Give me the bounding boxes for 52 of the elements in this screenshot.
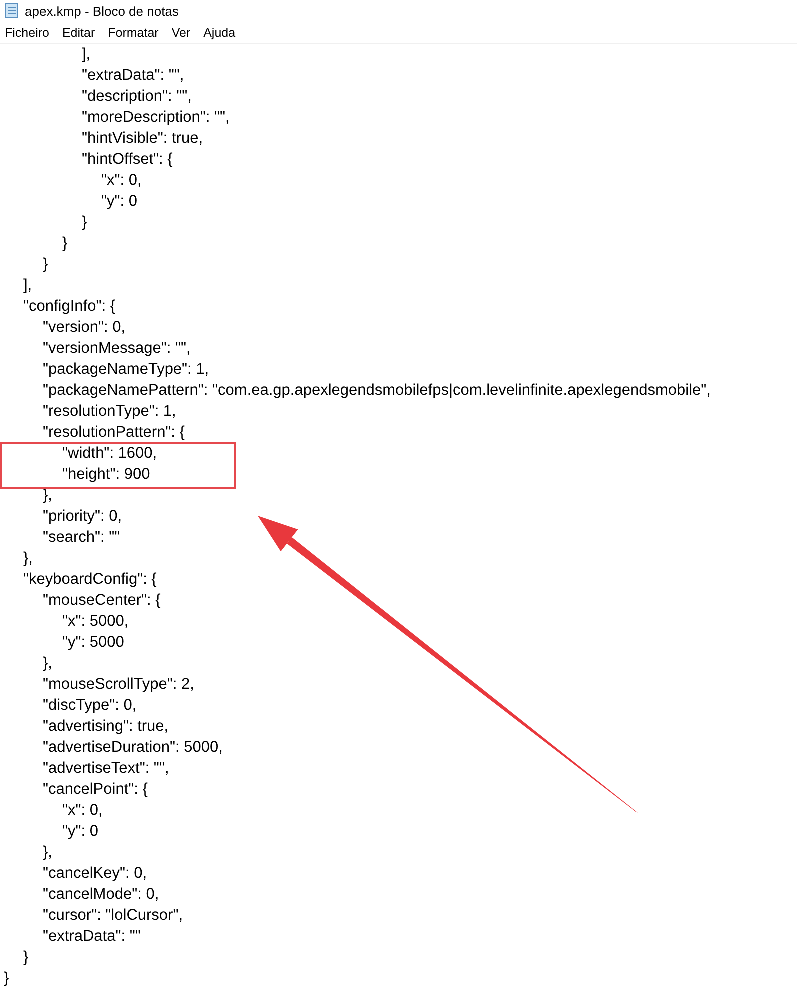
code-line: },	[22, 549, 33, 569]
window-title: apex.kmp - Bloco de notas	[25, 4, 179, 18]
menu-item[interactable]: Ficheiro	[5, 26, 50, 40]
code-line: "x": 0,	[100, 171, 142, 191]
notepad-icon	[5, 3, 19, 19]
code-line: "advertiseText": "",	[42, 759, 170, 779]
code-line: ],	[22, 276, 32, 296]
code-line: }	[62, 234, 68, 254]
code-line: "cancelKey": 0,	[42, 864, 148, 884]
code-line: "advertiseDuration": 5000,	[42, 738, 223, 758]
code-line: }	[22, 948, 29, 968]
code-line: "version": 0,	[42, 318, 126, 338]
code-line: "height": 900	[62, 465, 150, 485]
code-line: "cancelMode": 0,	[42, 885, 160, 905]
code-line: "mouseScrollType": 2,	[42, 675, 194, 695]
code-line: "search": ""	[42, 528, 120, 548]
code-line: "width": 1600,	[62, 444, 158, 464]
code-line: "mouseCenter": {	[42, 591, 161, 611]
code-line: "hintVisible": true,	[81, 129, 204, 149]
code-line: ],	[81, 45, 91, 65]
code-line: "extraData": "",	[81, 66, 184, 86]
code-line: "y": 0	[100, 192, 138, 212]
code-line: },	[42, 843, 52, 863]
code-line: "cursor": "lolCursor",	[42, 906, 184, 926]
code-line: "description": "",	[81, 87, 192, 107]
menu-item[interactable]: Ajuda	[204, 26, 236, 40]
code-line: "resolutionType": 1,	[42, 402, 176, 422]
code-line: "discType": 0,	[42, 696, 137, 716]
menu-item[interactable]: Formatar	[108, 26, 159, 40]
code-line: "moreDescription": "",	[81, 108, 230, 128]
code-line: "keyboardConfig": {	[22, 570, 157, 590]
code-line: }	[42, 255, 48, 275]
menu-item[interactable]: Ver	[172, 26, 191, 40]
code-line: "extraData": ""	[42, 927, 141, 947]
code-line: "versionMessage": "",	[42, 339, 191, 359]
code-line: "x": 0,	[62, 801, 103, 821]
code-line: "resolutionPattern": {	[42, 423, 185, 443]
code-line: "y": 5000	[62, 633, 124, 653]
code-line: "packageNamePattern": "com.ea.gp.apexlegendsmobilefps|com.levelinfinite.apexlegendsmobile",	[42, 381, 711, 401]
code-line: },	[42, 486, 52, 506]
code-line: "cancelPoint": {	[42, 780, 148, 800]
code-line: "priority": 0,	[42, 507, 122, 527]
code-line: }	[4, 969, 10, 989]
code-line: "hintOffset": {	[81, 150, 173, 170]
code-line: "y": 0	[62, 822, 98, 842]
menu-item[interactable]: Editar	[62, 26, 96, 40]
code-line: "advertising": true,	[42, 717, 169, 737]
code-line: }	[81, 213, 88, 233]
code-line: "packageNameType": 1,	[42, 360, 210, 380]
code-line: "x": 5000,	[62, 612, 129, 632]
code-line: },	[42, 654, 52, 674]
code-line: "configInfo": {	[22, 297, 116, 317]
